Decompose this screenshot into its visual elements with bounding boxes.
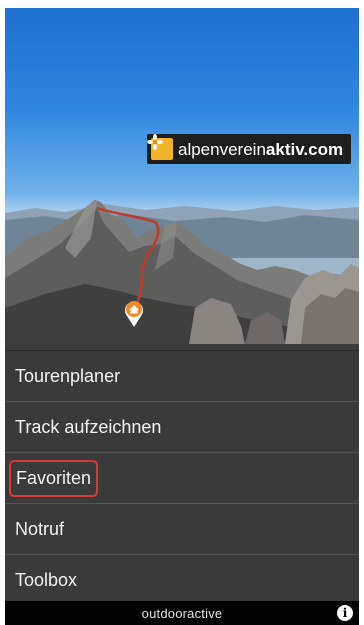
menu-item-tourenplaner[interactable]: Tourenplaner (5, 350, 359, 401)
brand-badge: alpenvereinaktiv.com (147, 134, 352, 164)
menu-item-notruf[interactable]: Notruf (5, 503, 359, 554)
footer-bar: outdooractive i (5, 601, 359, 625)
app-screen: alpenvereinaktiv.com Tourenplaner Track … (5, 8, 359, 625)
menu-item-label: Favoriten (16, 467, 92, 488)
brand-name: alpenvereinaktiv.com (178, 139, 344, 159)
edelweiss-icon (147, 134, 173, 160)
mountain-landscape (5, 200, 359, 344)
home-pin-icon[interactable] (122, 298, 146, 328)
menu-item-label: Track aufzeichnen (15, 416, 162, 437)
menu-item-toolbox[interactable]: Toolbox (5, 554, 359, 605)
menu-item-track-aufzeichnen[interactable]: Track aufzeichnen (5, 401, 359, 452)
menu-item-label: Tourenplaner (15, 365, 121, 386)
menu-item-label: Notruf (15, 518, 65, 539)
footer-brand: outdooractive (141, 605, 223, 621)
highlight-box: Favoriten (9, 459, 99, 497)
menu-item-favoriten[interactable]: Favoriten (5, 452, 359, 503)
main-menu: Tourenplaner Track aufzeichnen Favoriten… (5, 344, 359, 605)
menu-item-label: Toolbox (15, 569, 78, 590)
hero-image: alpenvereinaktiv.com (5, 8, 359, 344)
info-icon[interactable]: i (337, 605, 353, 621)
